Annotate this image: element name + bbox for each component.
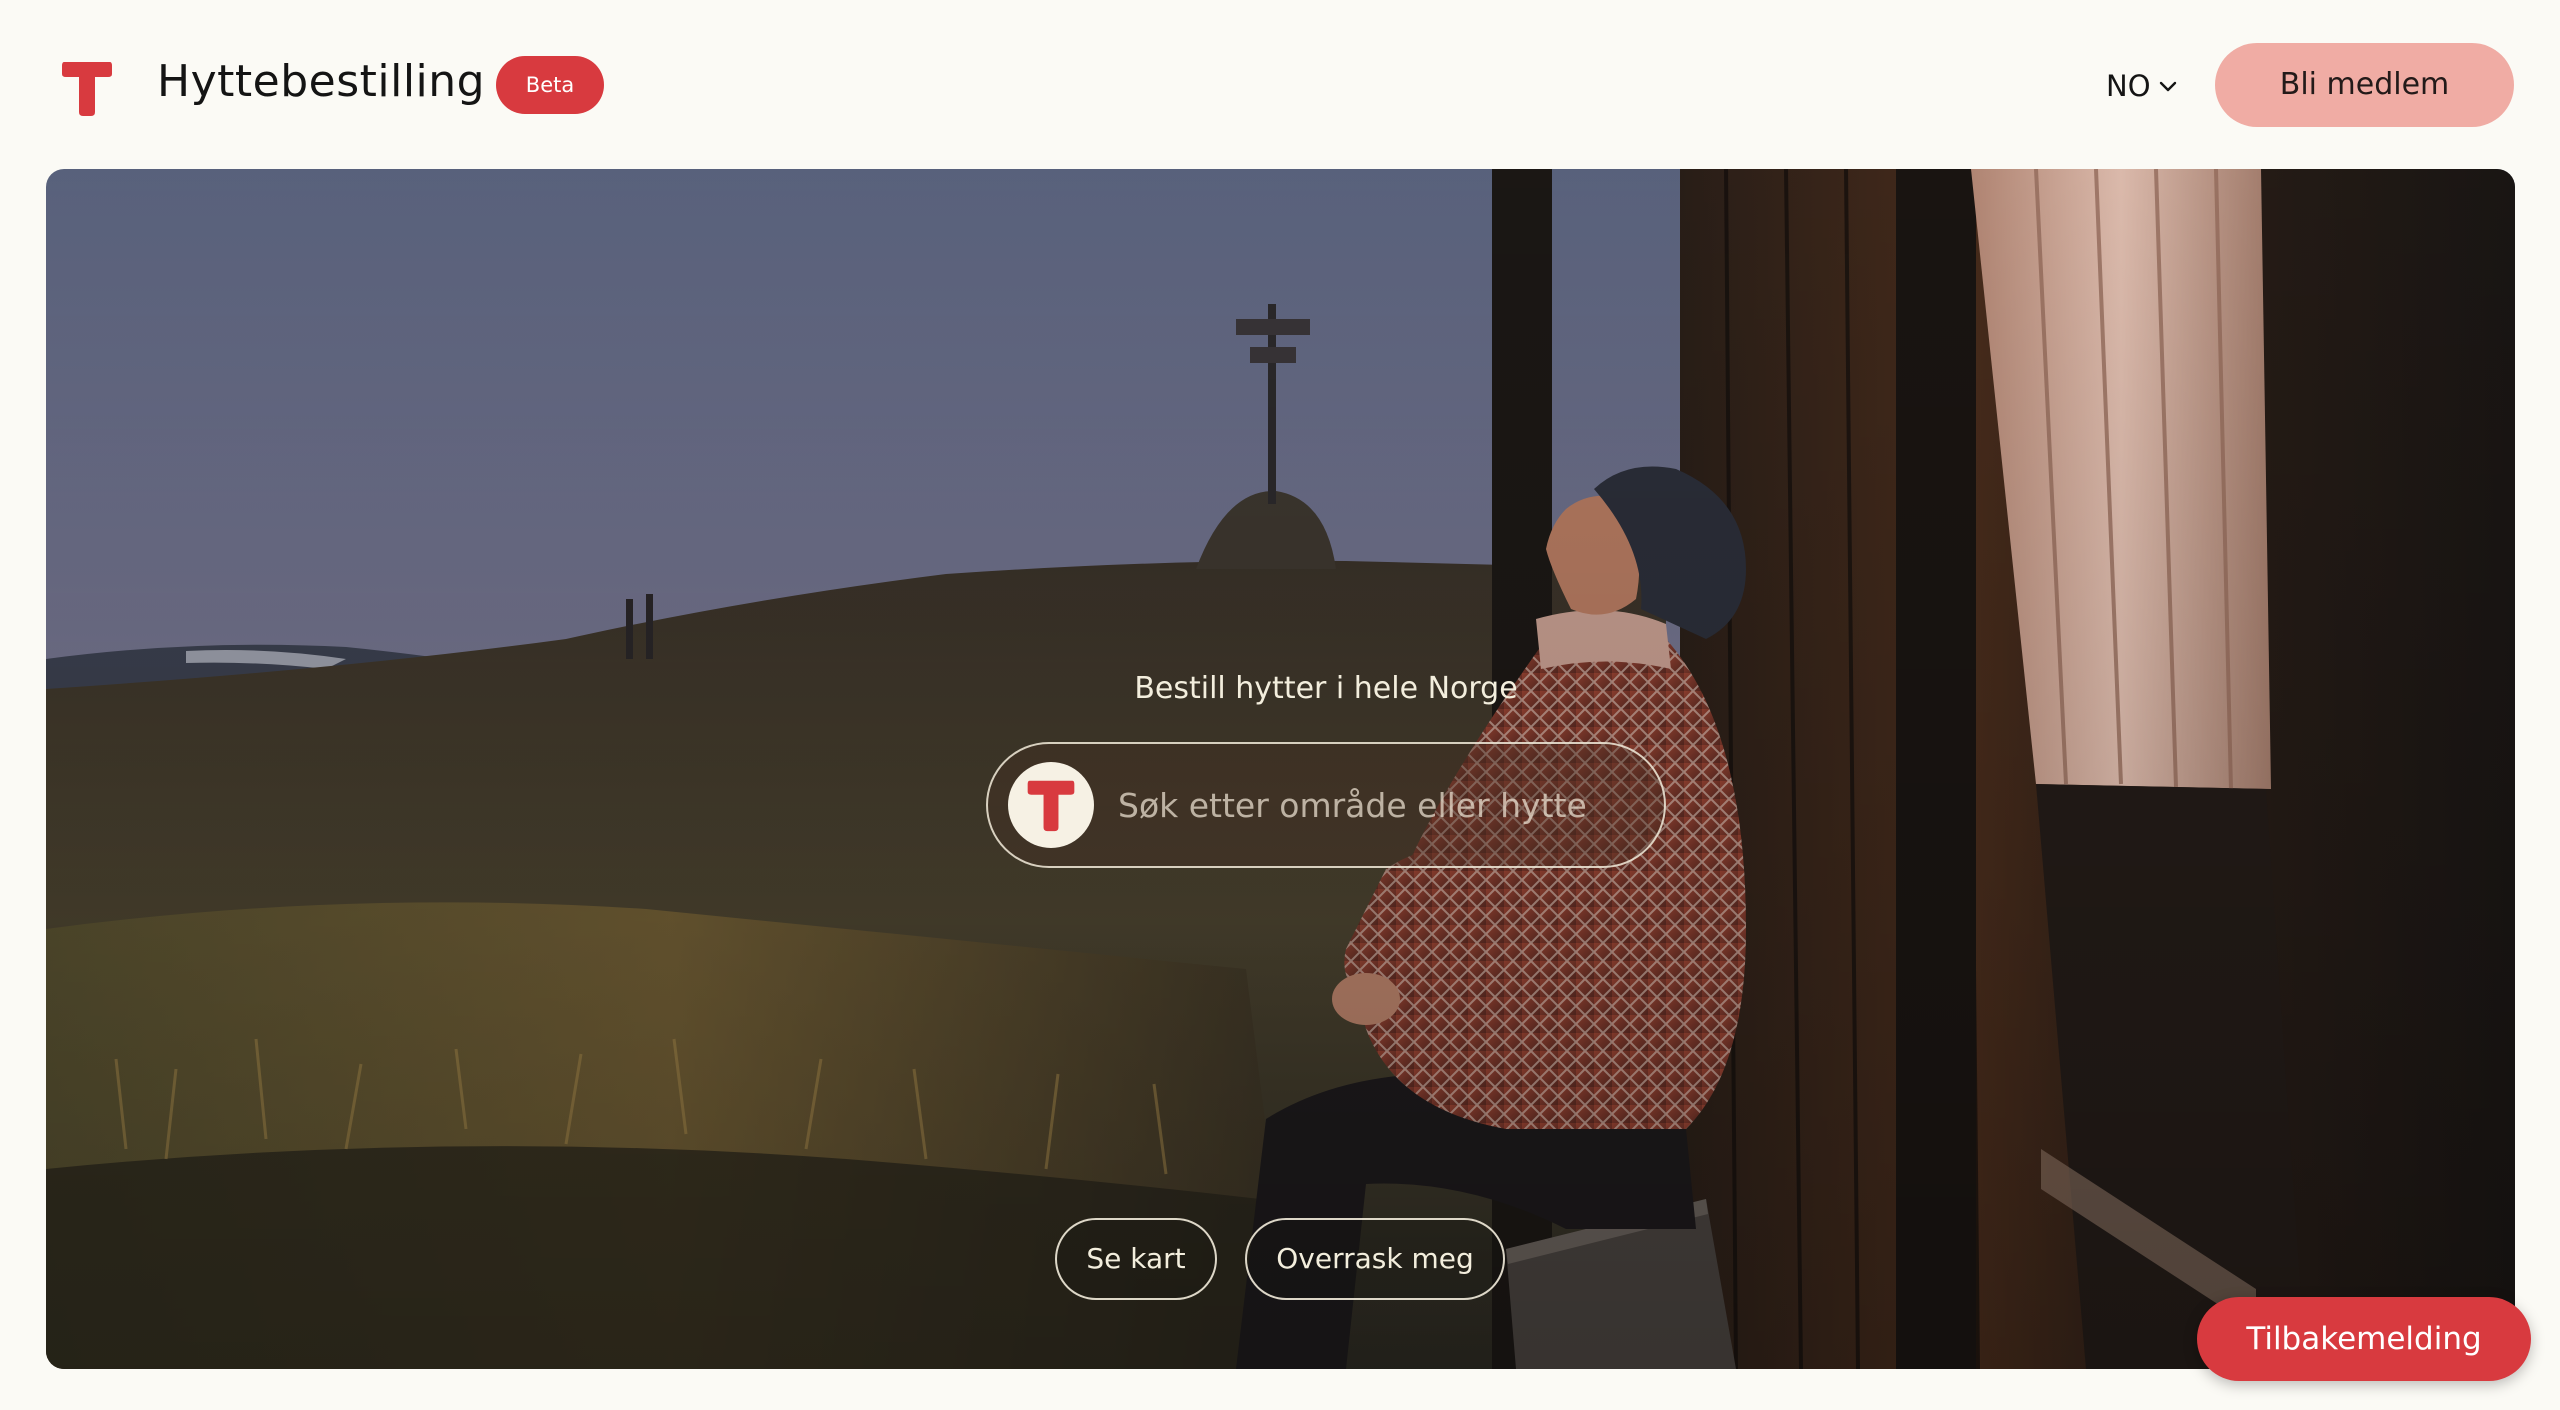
see-map-button[interactable]: Se kart: [1055, 1218, 1217, 1300]
search-input[interactable]: [1118, 785, 1634, 825]
chevron-down-icon: [2159, 81, 2176, 92]
join-member-button[interactable]: Bli medlem: [2215, 43, 2514, 127]
app-title[interactable]: Hyttebestilling: [157, 52, 485, 112]
hero-section: Bestill hytter i hele Norge Se kart Over…: [46, 169, 2515, 1369]
language-selected-label: NO: [2106, 69, 2151, 103]
hero-heading: Bestill hytter i hele Norge: [1134, 671, 1518, 706]
site-header: Hyttebestilling Beta NO Bli medlem: [0, 0, 2560, 168]
search-box[interactable]: [986, 742, 1666, 868]
language-select[interactable]: NO: [2106, 64, 2179, 108]
dnt-t-logo-icon[interactable]: [60, 58, 114, 118]
beta-badge: Beta: [496, 56, 604, 114]
feedback-button[interactable]: Tilbakemelding: [2197, 1297, 2531, 1381]
dnt-t-logo-icon: [1008, 762, 1094, 848]
surprise-me-button[interactable]: Overrask meg: [1245, 1218, 1505, 1300]
